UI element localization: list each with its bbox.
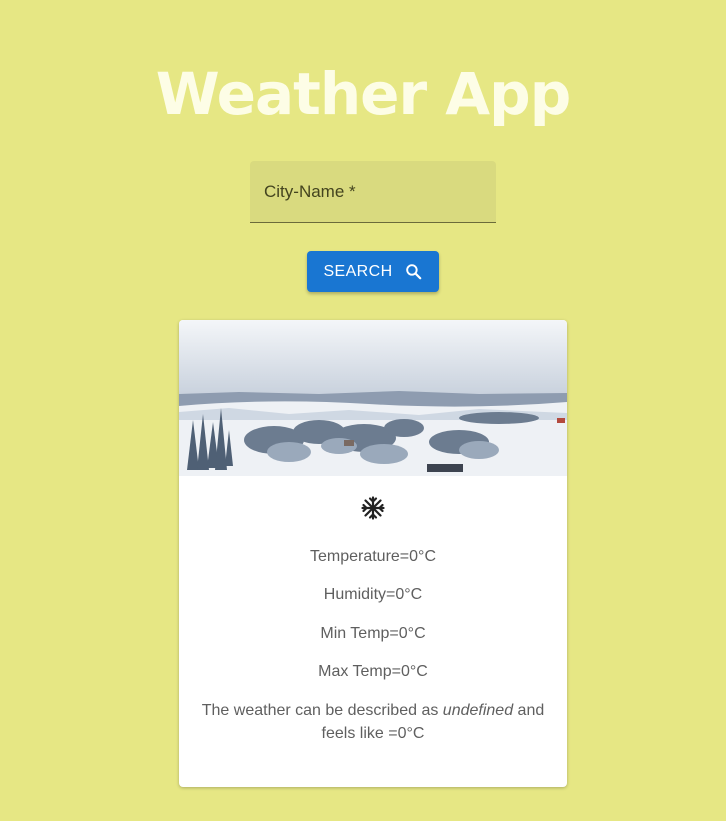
search-icon — [404, 262, 423, 281]
search-button[interactable]: SEARCH — [307, 251, 439, 292]
temperature-text: Temperature=0°C — [309, 548, 436, 565]
weather-description: The weather can be described as undefine… — [179, 699, 567, 745]
max-temp-text: Max Temp=0°C — [318, 663, 428, 680]
weather-image — [179, 320, 567, 476]
humidity-text: Humidity=0°C — [323, 586, 423, 603]
snowflake-icon — [361, 496, 385, 520]
search-button-label: SEARCH — [323, 262, 393, 280]
min-temp-text: Min Temp=0°C — [320, 625, 426, 642]
city-name-input[interactable] — [250, 161, 496, 222]
description-prefix: The weather can be described as — [201, 702, 439, 719]
city-name-field[interactable]: City-Name * — [250, 161, 496, 223]
description-value: undefined — [442, 702, 514, 719]
app-title: Weather App — [155, 60, 571, 128]
weather-card: Temperature=0°C Humidity=0°C Min Temp=0°… — [179, 320, 567, 787]
